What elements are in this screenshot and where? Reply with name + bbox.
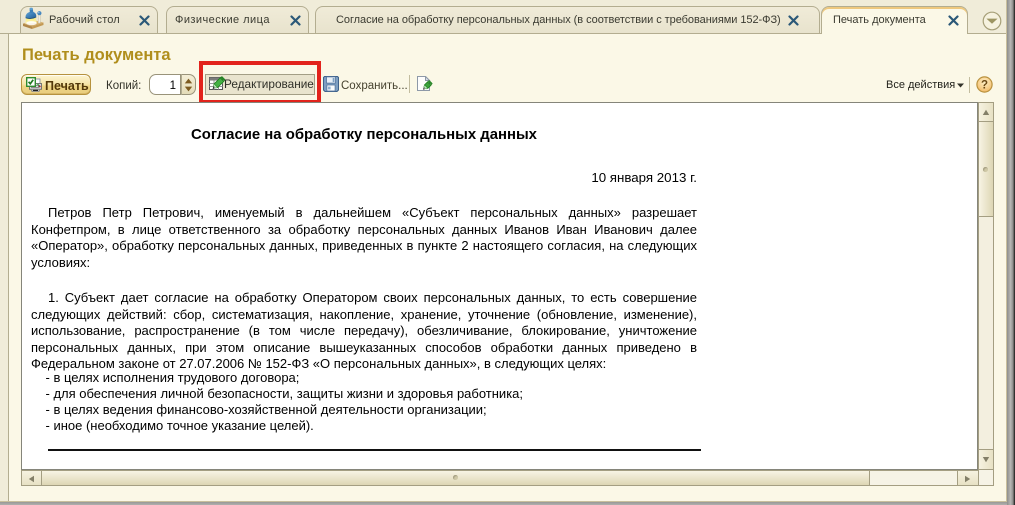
svg-text:?: ? [981, 80, 988, 92]
